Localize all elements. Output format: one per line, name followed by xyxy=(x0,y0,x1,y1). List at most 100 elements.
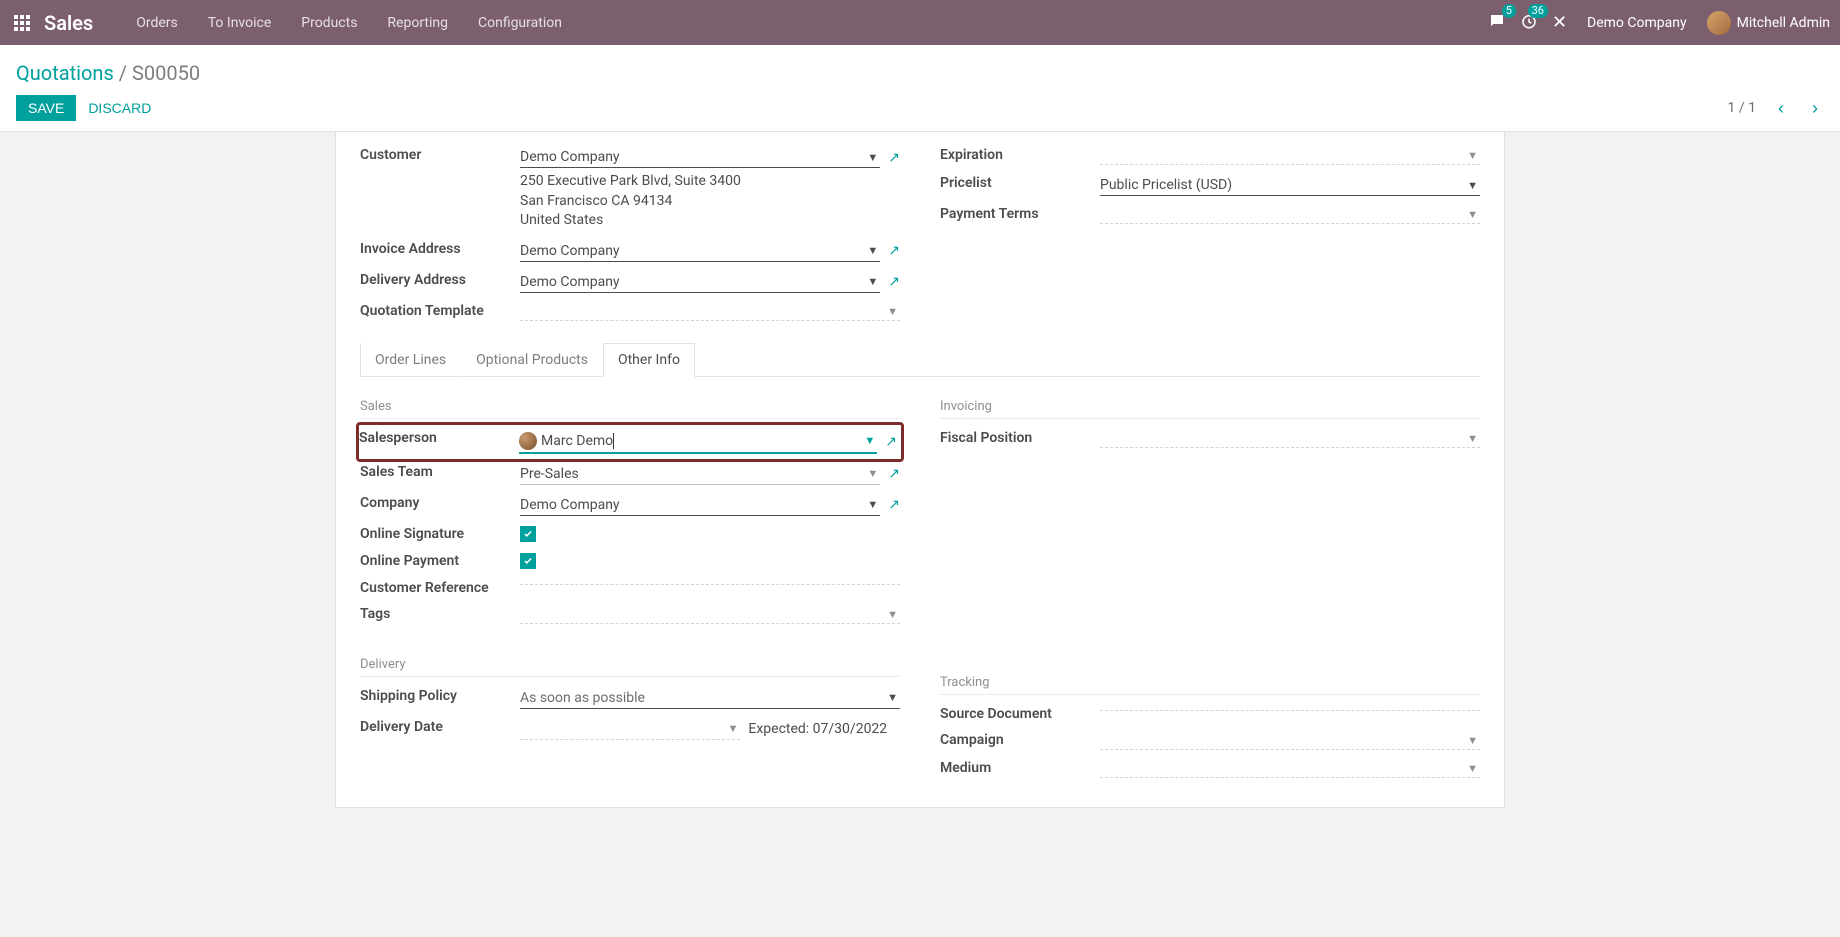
salesperson-highlight: Salesperson Marc Demo xyxy=(356,422,904,462)
section-header-sales: Sales xyxy=(360,399,900,419)
chevron-down-icon: ▼ xyxy=(865,244,880,257)
invoice-external-link-icon[interactable]: ↗ xyxy=(888,243,900,259)
online-signature-checkbox[interactable] xyxy=(520,526,536,542)
tab-order-lines[interactable]: Order Lines xyxy=(360,343,461,377)
delivery-address-value: Demo Company xyxy=(520,274,620,290)
chevron-down-icon: ▼ xyxy=(865,275,880,288)
discard-button[interactable]: DISCARD xyxy=(76,95,163,121)
fiscal-position-label: Fiscal Position xyxy=(940,425,1100,453)
fiscal-position-field[interactable]: ▼ xyxy=(1100,430,1480,448)
customer-external-link-icon[interactable]: ↗ xyxy=(888,150,900,166)
medium-label: Medium xyxy=(940,755,1100,783)
save-button[interactable]: SAVE xyxy=(16,95,76,121)
timer-icon[interactable]: 36 xyxy=(1520,12,1538,34)
customer-addr-line2: San Francisco CA 94134 xyxy=(520,192,900,212)
chevron-down-icon: ▼ xyxy=(885,691,900,704)
user-name: Mitchell Admin xyxy=(1737,15,1830,31)
customer-field[interactable]: Demo Company ▼ xyxy=(520,147,880,168)
online-payment-label: Online Payment xyxy=(360,548,520,575)
top-nav: Orders To Invoice Products Reporting Con… xyxy=(121,15,577,31)
breadcrumb-current: S00050 xyxy=(132,61,200,85)
nav-to-invoice[interactable]: To Invoice xyxy=(193,15,287,31)
shipping-policy-value: As soon as possible xyxy=(520,690,645,706)
salesperson-label: Salesperson xyxy=(359,425,519,459)
chevron-down-icon: ▼ xyxy=(1465,208,1480,221)
salesperson-value: Marc Demo xyxy=(541,433,613,449)
brand-title[interactable]: Sales xyxy=(44,11,93,35)
close-icon[interactable]: ✕ xyxy=(1552,12,1567,33)
pager-prev-button[interactable]: ‹ xyxy=(1772,97,1790,120)
medium-field[interactable]: ▼ xyxy=(1100,760,1480,778)
customer-value: Demo Company xyxy=(520,149,620,165)
campaign-label: Campaign xyxy=(940,727,1100,755)
tags-label: Tags xyxy=(360,601,520,629)
section-header-tracking: Tracking xyxy=(940,675,1480,695)
breadcrumb: Quotations / S00050 xyxy=(16,61,1824,85)
sales-team-value: Pre-Sales xyxy=(520,466,579,482)
chevron-down-icon: ▼ xyxy=(1465,149,1480,162)
pager-text: 1 / 1 xyxy=(1728,100,1756,116)
chat-icon[interactable]: 5 xyxy=(1488,12,1506,34)
customer-addr-line1: 250 Executive Park Blvd, Suite 3400 xyxy=(520,172,900,192)
chevron-down-icon: ▼ xyxy=(885,608,900,621)
customer-reference-field[interactable] xyxy=(520,580,900,585)
invoice-address-field[interactable]: Demo Company ▼ xyxy=(520,241,880,262)
campaign-field[interactable]: ▼ xyxy=(1100,732,1480,750)
invoice-address-value: Demo Company xyxy=(520,243,620,259)
breadcrumb-root[interactable]: Quotations xyxy=(16,61,114,85)
customer-addr-line3: United States xyxy=(520,211,900,231)
company-field[interactable]: Demo Company ▼ xyxy=(520,495,880,516)
nav-orders[interactable]: Orders xyxy=(121,15,193,31)
salesperson-field[interactable]: Marc Demo ▼ xyxy=(519,430,877,454)
pricelist-label: Pricelist xyxy=(940,170,1100,201)
chevron-down-icon: ▼ xyxy=(865,151,880,164)
sales-team-external-link-icon[interactable]: ↗ xyxy=(888,466,900,482)
pricelist-field[interactable]: Public Pricelist (USD) ▼ xyxy=(1100,175,1480,196)
delivery-date-field[interactable]: ▼ xyxy=(520,719,740,740)
avatar-icon xyxy=(1707,11,1731,35)
expiration-field[interactable]: ▼ xyxy=(1100,147,1480,165)
chevron-down-icon: ▼ xyxy=(885,305,900,318)
chevron-down-icon: ▼ xyxy=(726,722,741,735)
chevron-down-icon: ▼ xyxy=(1465,734,1480,747)
control-bar: Quotations / S00050 SAVE DISCARD 1 / 1 ‹… xyxy=(0,45,1840,132)
payment-terms-field[interactable]: ▼ xyxy=(1100,206,1480,224)
quotation-template-field[interactable]: ▼ xyxy=(520,303,900,321)
tab-other-info[interactable]: Other Info xyxy=(603,343,695,377)
company-external-link-icon[interactable]: ↗ xyxy=(888,497,900,513)
tags-field[interactable]: ▼ xyxy=(520,606,900,624)
user-menu[interactable]: Mitchell Admin xyxy=(1707,11,1830,35)
apps-icon[interactable] xyxy=(14,15,30,31)
delivery-address-field[interactable]: Demo Company ▼ xyxy=(520,272,880,293)
pager-next-button[interactable]: › xyxy=(1806,97,1824,120)
salesperson-external-link-icon[interactable]: ↗ xyxy=(885,434,897,450)
chevron-down-icon: ▼ xyxy=(1465,762,1480,775)
delivery-external-link-icon[interactable]: ↗ xyxy=(888,274,900,290)
section-header-invoicing: Invoicing xyxy=(940,399,1480,419)
online-payment-checkbox[interactable] xyxy=(520,553,536,569)
invoice-address-label: Invoice Address xyxy=(360,236,520,267)
source-document-field[interactable] xyxy=(1100,706,1480,711)
pricelist-value: Public Pricelist (USD) xyxy=(1100,177,1232,193)
salesperson-avatar-icon xyxy=(519,432,537,450)
tab-optional-products[interactable]: Optional Products xyxy=(461,343,603,377)
nav-configuration[interactable]: Configuration xyxy=(463,15,577,31)
sales-team-field[interactable]: Pre-Sales ▼ xyxy=(520,464,880,485)
customer-label: Customer xyxy=(360,142,520,236)
expiration-label: Expiration xyxy=(940,142,1100,170)
chat-badge: 5 xyxy=(1502,4,1516,18)
chevron-down-icon: ▼ xyxy=(865,498,880,511)
top-navbar: Sales Orders To Invoice Products Reporti… xyxy=(0,0,1840,45)
nav-products[interactable]: Products xyxy=(286,15,372,31)
shipping-policy-label: Shipping Policy xyxy=(360,683,520,714)
chevron-down-icon: ▼ xyxy=(865,467,880,480)
source-document-label: Source Document xyxy=(940,701,1100,727)
nav-reporting[interactable]: Reporting xyxy=(372,15,463,31)
shipping-policy-field[interactable]: As soon as possible ▼ xyxy=(520,688,900,709)
company-switcher[interactable]: Demo Company xyxy=(1581,15,1693,31)
online-signature-label: Online Signature xyxy=(360,521,520,548)
chevron-down-icon: ▼ xyxy=(862,434,877,447)
tabs: Order Lines Optional Products Other Info xyxy=(360,342,1480,377)
quotation-template-label: Quotation Template xyxy=(360,298,520,326)
payment-terms-label: Payment Terms xyxy=(940,201,1100,229)
